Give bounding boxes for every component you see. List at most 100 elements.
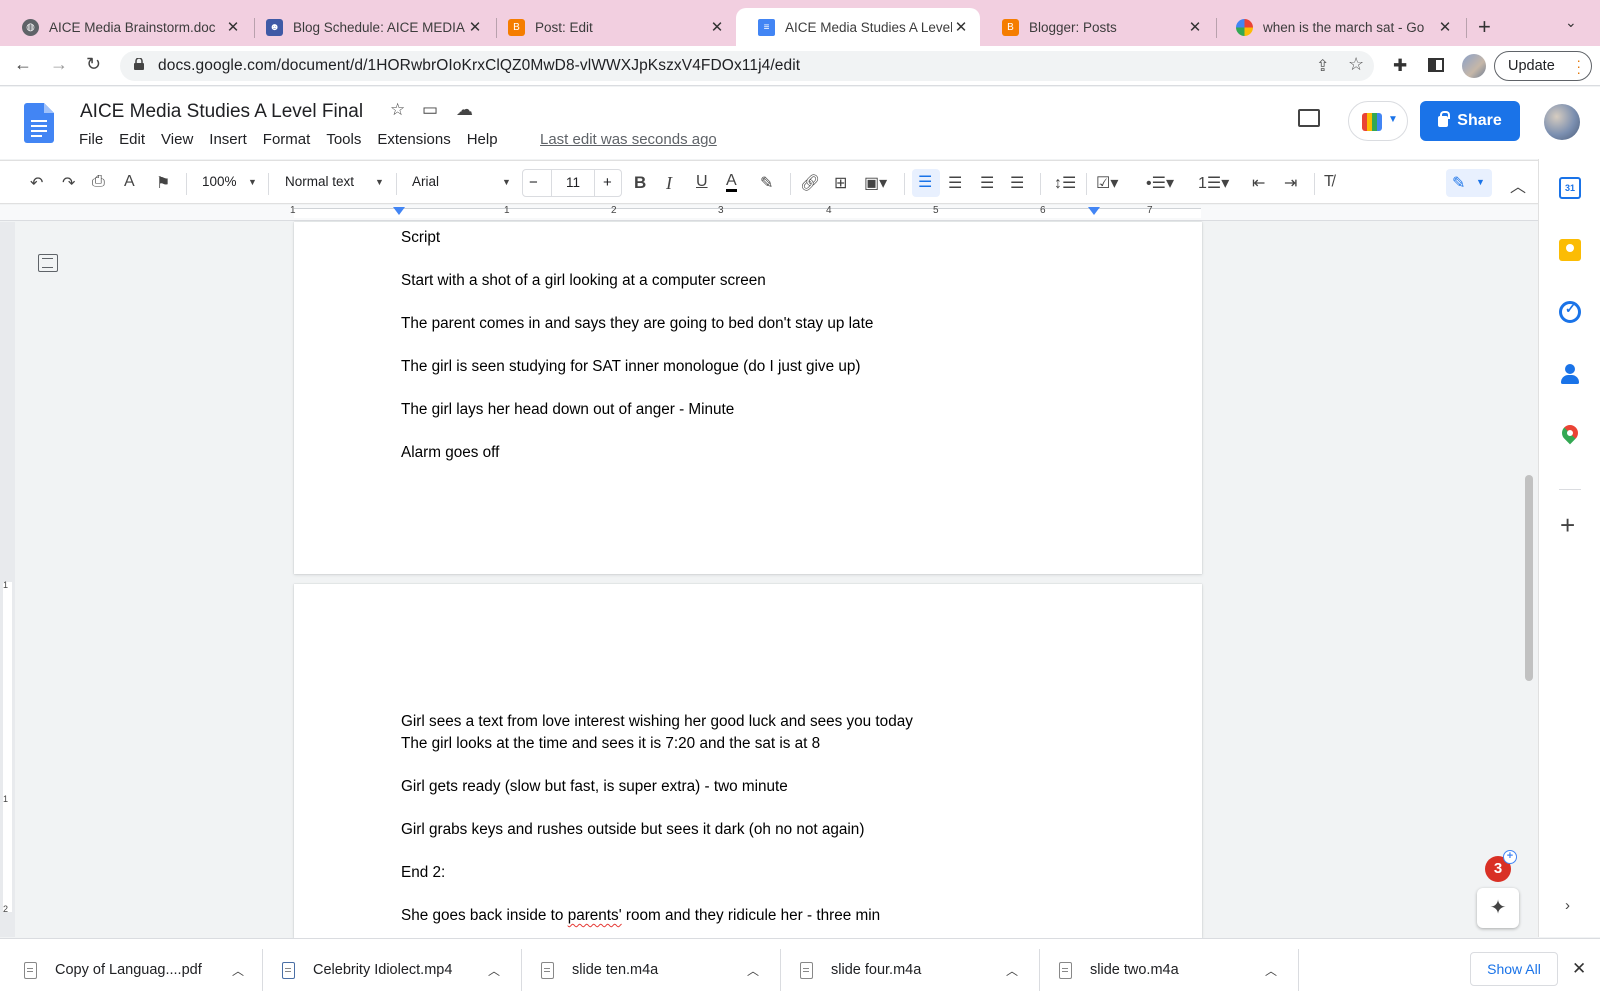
profile-avatar[interactable]: [1462, 54, 1486, 78]
numbered-list-icon[interactable]: 1☰▾: [1198, 173, 1229, 193]
close-icon[interactable]: ✕: [708, 18, 726, 36]
tab-post-edit[interactable]: B Post: Edit ✕: [486, 8, 736, 46]
left-indent-marker[interactable]: [393, 207, 405, 215]
tab-blogger-posts[interactable]: B Blogger: Posts ✕: [980, 8, 1214, 46]
extensions-puzzle-icon[interactable]: ✚: [1393, 56, 1407, 76]
maps-icon[interactable]: [1558, 421, 1582, 445]
text-color-icon[interactable]: A: [726, 173, 737, 192]
zoom-select[interactable]: 100% ▼: [202, 174, 258, 189]
download-item[interactable]: slide four.m4a ︿: [800, 939, 1030, 1000]
checklist-icon[interactable]: ☑▾: [1096, 173, 1118, 193]
menu-insert[interactable]: Insert: [209, 131, 247, 148]
explore-sparkle-icon[interactable]: ✦: [1477, 888, 1519, 928]
spelling-error-word[interactable]: parents': [568, 907, 622, 924]
chevron-right-icon[interactable]: ›: [1565, 897, 1570, 914]
show-all-downloads-button[interactable]: Show All: [1470, 952, 1558, 986]
download-item[interactable]: slide ten.m4a ︿: [541, 939, 771, 1000]
paint-format-icon[interactable]: ⚑: [156, 173, 170, 193]
chevron-up-icon[interactable]: ︿: [1510, 173, 1526, 197]
download-item[interactable]: slide two.m4a ︿: [1059, 939, 1289, 1000]
tasks-icon[interactable]: [1559, 301, 1581, 323]
download-item[interactable]: Copy of Languag....pdf ︿: [24, 939, 254, 1000]
scrollbar-thumb[interactable]: [1525, 475, 1533, 681]
tab-aice-brainstorm[interactable]: ◍ AICE Media Brainstorm.doc ✕: [0, 8, 252, 46]
clear-formatting-icon[interactable]: T̸: [1324, 173, 1334, 191]
add-comment-icon[interactable]: ⊞: [834, 173, 847, 193]
update-button[interactable]: Update · · ·: [1494, 51, 1592, 81]
line-spacing-icon[interactable]: ↕☰: [1054, 173, 1076, 193]
chevron-up-icon[interactable]: ︿: [488, 962, 500, 979]
align-right-icon[interactable]: ☰: [980, 173, 994, 193]
chevron-up-icon[interactable]: ︿: [232, 962, 244, 979]
highlight-pen-icon[interactable]: ✎: [760, 173, 773, 193]
menu-edit[interactable]: Edit: [119, 131, 145, 148]
close-icon[interactable]: ✕: [952, 18, 970, 36]
menu-extensions[interactable]: Extensions: [377, 131, 450, 148]
close-icon[interactable]: ✕: [1572, 959, 1586, 979]
tab-blog-schedule[interactable]: ☻ Blog Schedule: AICE MEDIA ✕: [244, 8, 494, 46]
increase-indent-icon[interactable]: ⇥: [1284, 173, 1297, 193]
undo-icon[interactable]: ↶: [30, 173, 43, 193]
back-arrow-icon[interactable]: ←: [14, 54, 32, 75]
paragraph-style-select[interactable]: Normal text ▼: [285, 174, 385, 189]
document-page[interactable]: Script Start with a shot of a girl looki…: [294, 222, 1202, 574]
reload-icon[interactable]: ↻: [86, 54, 101, 75]
chevron-up-icon[interactable]: ︿: [1006, 962, 1018, 979]
close-icon[interactable]: ✕: [1436, 18, 1454, 36]
insert-link-icon[interactable]: 🔗︎: [800, 173, 820, 193]
close-icon[interactable]: ✕: [1186, 18, 1204, 36]
forward-arrow-icon[interactable]: →: [50, 54, 68, 75]
menu-tools[interactable]: Tools: [326, 131, 361, 148]
bookmark-star-icon[interactable]: ☆: [1348, 54, 1364, 75]
increase-font-size-icon[interactable]: +: [603, 174, 612, 191]
print-icon[interactable]: ⎙: [92, 173, 105, 191]
right-indent-marker[interactable]: [1088, 207, 1100, 215]
decrease-indent-icon[interactable]: ⇤: [1252, 173, 1265, 193]
font-family-select[interactable]: Arial ▼: [412, 174, 512, 189]
share-button[interactable]: Share: [1420, 101, 1520, 141]
get-add-ons-icon[interactable]: +: [1560, 512, 1575, 538]
align-center-icon[interactable]: ☰: [948, 173, 962, 193]
underline-icon[interactable]: U: [696, 173, 708, 191]
keep-icon[interactable]: [1559, 239, 1581, 261]
meet-button[interactable]: ▼: [1348, 101, 1408, 141]
star-icon[interactable]: ☆: [390, 100, 405, 120]
move-folder-icon[interactable]: ▭: [422, 100, 438, 120]
insert-image-icon[interactable]: ▣▾: [864, 173, 887, 193]
italic-icon[interactable]: I: [666, 173, 672, 194]
side-panel-icon[interactable]: [1428, 58, 1444, 72]
bold-icon[interactable]: B: [634, 173, 646, 193]
bulleted-list-icon[interactable]: •☰▾: [1146, 173, 1174, 193]
close-icon[interactable]: ✕: [224, 18, 242, 36]
last-edit-link[interactable]: Last edit was seconds ago: [540, 131, 717, 148]
chevron-up-icon[interactable]: ︿: [747, 962, 759, 979]
spellcheck-icon[interactable]: A: [124, 173, 135, 191]
decrease-font-size-icon[interactable]: −: [529, 174, 538, 191]
close-icon[interactable]: ✕: [466, 18, 484, 36]
chevron-up-icon[interactable]: ︿: [1265, 962, 1277, 979]
align-justify-icon[interactable]: ☰: [1010, 173, 1024, 193]
editing-mode-button[interactable]: ✎ ▼: [1446, 169, 1492, 197]
cloud-saved-icon[interactable]: ☁: [456, 100, 473, 120]
document-outline-icon[interactable]: [38, 254, 58, 272]
menu-view[interactable]: View: [161, 131, 193, 148]
notification-badge[interactable]: 3 +: [1485, 850, 1517, 882]
font-size-input[interactable]: 11: [551, 170, 595, 196]
menu-file[interactable]: File: [79, 131, 103, 148]
menu-help[interactable]: Help: [467, 131, 498, 148]
contacts-icon[interactable]: [1559, 363, 1581, 385]
chevron-down-icon[interactable]: ⌄: [1565, 14, 1577, 31]
comment-history-icon[interactable]: [1298, 109, 1320, 127]
account-avatar[interactable]: [1544, 104, 1580, 140]
document-page[interactable]: Girl sees a text from love interest wish…: [294, 584, 1202, 938]
tab-google-search[interactable]: when is the march sat - Go ✕: [1214, 8, 1464, 46]
share-page-icon[interactable]: ⇪: [1316, 56, 1329, 76]
address-bar[interactable]: docs.google.com/document/d/1HORwbrOIoKrx…: [120, 51, 1374, 81]
download-item[interactable]: Celebrity Idiolect.mp4 ︿: [282, 939, 512, 1000]
document-title[interactable]: AICE Media Studies A Level Final: [80, 101, 363, 123]
tab-aice-media-studies[interactable]: ≡ AICE Media Studies A Level ✕: [736, 8, 980, 46]
calendar-icon[interactable]: 31: [1559, 177, 1581, 199]
align-left-button[interactable]: ☰: [912, 169, 940, 197]
redo-icon[interactable]: ↷: [62, 173, 75, 193]
new-tab-icon[interactable]: +: [1478, 14, 1491, 40]
